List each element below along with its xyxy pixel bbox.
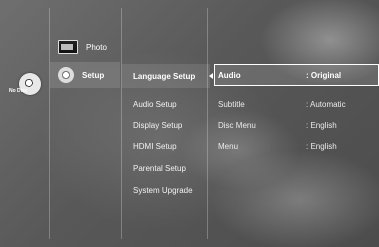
setup-menu-item-display[interactable]: Display Setup — [133, 121, 182, 130]
divider — [207, 8, 208, 239]
setup-menu-item-hdmi[interactable]: HDMI Setup — [133, 142, 177, 151]
disc-status-panel: No Disc — [5, 8, 49, 240]
gear-icon — [58, 67, 74, 83]
arrow-left-icon — [209, 73, 213, 79]
option-value: : English — [306, 121, 337, 130]
option-name: Audio — [218, 71, 241, 80]
option-value: : Automatic — [306, 100, 346, 109]
option-value: : English — [306, 142, 337, 151]
option-row-audio[interactable]: Audio : Original — [218, 71, 374, 80]
main-menu-item-photo[interactable]: Photo — [50, 34, 120, 60]
setup-screen: No Disc Photo Setup Language Setup Audio… — [0, 0, 379, 247]
option-name: Disc Menu — [218, 121, 256, 130]
option-row-disc-menu[interactable]: Disc Menu : English — [218, 121, 374, 130]
option-name: Subtitle — [218, 100, 245, 109]
main-menu-item-label: Setup — [82, 70, 105, 80]
setup-menu-item-parental[interactable]: Parental Setup — [133, 164, 186, 173]
photo-icon — [58, 40, 78, 54]
setup-menu-item-system-upgrade[interactable]: System Upgrade — [133, 186, 193, 195]
setup-menu-item-language[interactable]: Language Setup — [133, 72, 195, 81]
main-menu: Photo Setup — [50, 8, 120, 240]
main-menu-item-setup[interactable]: Setup — [50, 62, 120, 88]
main-menu-item-label: Photo — [86, 42, 107, 52]
option-row-subtitle[interactable]: Subtitle : Automatic — [218, 100, 374, 109]
option-value: : Original — [306, 71, 342, 80]
language-options-panel: Audio : Original Subtitle : Automatic Di… — [214, 8, 379, 240]
setup-menu: Language Setup Audio Setup Display Setup… — [122, 8, 210, 240]
disc-status-label: No Disc — [9, 88, 28, 94]
setup-menu-item-audio[interactable]: Audio Setup — [133, 100, 177, 109]
option-name: Menu — [218, 142, 239, 151]
option-row-menu[interactable]: Menu : English — [218, 142, 374, 151]
